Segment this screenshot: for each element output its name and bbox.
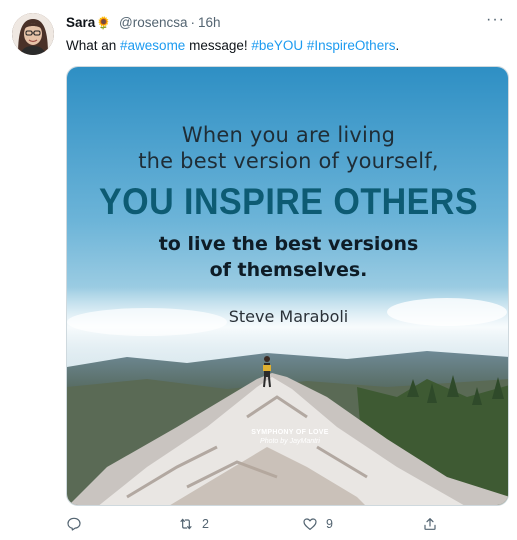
quote-line-1: When you are living <box>181 123 396 147</box>
author-handle[interactable]: @rosencsa <box>119 15 187 30</box>
hashtag-awesome[interactable]: #awesome <box>120 38 185 53</box>
separator: · <box>190 15 195 30</box>
tweet-header: Sara🌻 @rosencsa · 16h <box>66 15 221 30</box>
tweet[interactable]: Sara🌻 @rosencsa · 16h ··· What an #awesome… <box>0 0 517 540</box>
retweet-icon <box>180 518 192 530</box>
image-credit-photo: Photo by JayMantri <box>260 438 320 445</box>
quote-author: Steve Maraboli <box>228 307 349 326</box>
sunflower-emoji: 🌻 <box>96 16 112 30</box>
retweet-button[interactable]: 2 <box>178 516 209 532</box>
share-icon <box>424 518 436 530</box>
reply-button[interactable] <box>66 516 82 532</box>
avatar-photo <box>12 13 54 55</box>
heart-icon <box>303 518 317 530</box>
quote-headline: YOU INSPIRE OTHERS <box>98 181 478 222</box>
more-options-icon[interactable]: ··· <box>486 11 505 29</box>
avatar[interactable] <box>12 13 54 55</box>
tweet-image[interactable]: When you are living the best version of … <box>66 66 509 506</box>
text-suffix: . <box>395 38 400 53</box>
quote-line-4: to live the best versions <box>158 233 419 255</box>
hashtag-inspireothers[interactable]: #InspireOthers <box>307 38 396 53</box>
hashtag-beyou[interactable]: #beYOU <box>251 38 303 53</box>
share-button[interactable] <box>422 516 438 532</box>
text-middle: message! <box>185 38 252 53</box>
tweet-text: What an #awesome message! #beYOU #Inspir… <box>66 38 399 53</box>
quote-line-5: of themselves. <box>209 259 368 281</box>
action-bar: 2 9 <box>66 516 446 536</box>
author-name[interactable]: Sara <box>66 15 95 30</box>
image-credit-title: SYMPHONY OF LOVE <box>251 429 329 436</box>
timestamp[interactable]: 16h <box>198 15 221 30</box>
reply-icon <box>67 517 81 531</box>
retweet-count: 2 <box>202 517 209 531</box>
like-button[interactable]: 9 <box>302 516 333 532</box>
text-prefix: What an <box>66 38 121 53</box>
quote-line-2: the best version of yourself, <box>138 149 439 173</box>
like-count: 9 <box>326 517 333 531</box>
